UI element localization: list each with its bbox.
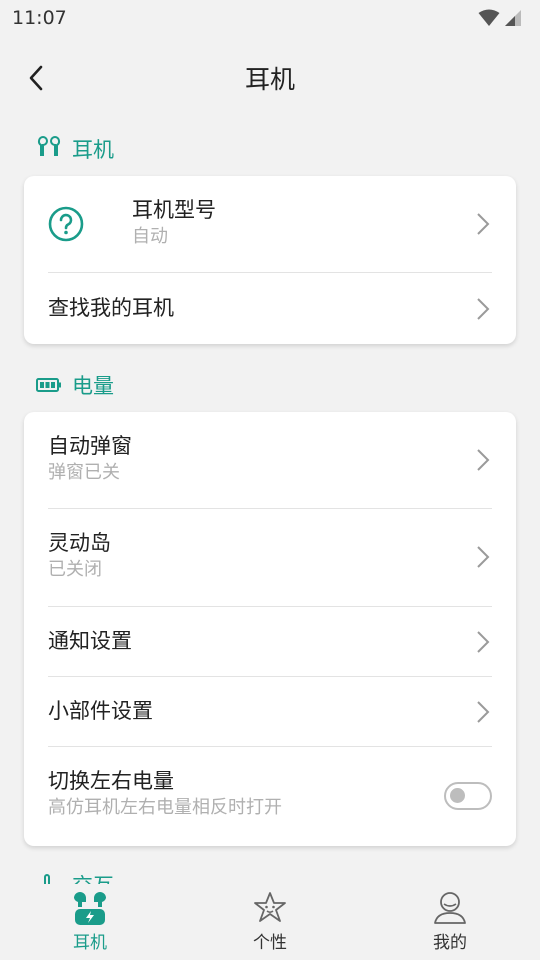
section-title-earphone: 耳机 — [72, 138, 114, 162]
signal-icon — [505, 10, 521, 26]
app-bar: 耳机 — [0, 36, 540, 120]
swap-battery-toggle[interactable] — [444, 782, 492, 810]
status-icons — [478, 9, 522, 27]
find-earphone-texts: 查找我的耳机 — [48, 294, 174, 322]
hand-pointer-icon — [44, 874, 50, 884]
dynamic-island-row[interactable]: 灵动岛 已关闭 — [24, 509, 516, 606]
chevron-right-icon — [477, 213, 490, 235]
auto-popup-value: 弹窗已关 — [48, 462, 120, 483]
dynamic-island-label: 灵动岛 — [48, 531, 111, 555]
swap-battery-label: 切换左右电量 — [48, 769, 174, 793]
earphone-model-texts: 耳机型号 自动 — [132, 196, 216, 250]
chevron-right-icon — [477, 701, 490, 723]
page-title: 耳机 — [244, 65, 295, 94]
bottom-nav: 耳机 个性 我的 — [0, 884, 540, 960]
chevron-right-icon — [477, 298, 490, 320]
section-title-interaction: 交互 — [72, 870, 114, 884]
nav-label-personal: 个性 — [253, 933, 287, 953]
nav-label-mine: 我的 — [433, 933, 467, 953]
find-earphone-label: 查找我的耳机 — [48, 296, 174, 320]
nav-item-earphone[interactable]: 耳机 — [0, 884, 180, 960]
widget-settings-row[interactable]: 小部件设置 — [24, 677, 516, 746]
swap-battery-texts: 切换左右电量 高仿耳机左右电量相反时打开 — [48, 767, 282, 821]
content-scroll[interactable]: 耳机 耳机型号 自动 查找我的耳机 电量 自动弹窗 弹窗已关 灵动岛 已关闭 通… — [0, 120, 540, 884]
wifi-icon — [478, 9, 500, 26]
chevron-right-icon — [477, 631, 490, 653]
section-header-battery: 电量 — [36, 370, 114, 400]
dynamic-island-value: 已关闭 — [48, 559, 102, 580]
section-header-interaction: 交互 — [36, 870, 114, 884]
earphone-model-value: 自动 — [132, 226, 168, 247]
find-earphone-row[interactable]: 查找我的耳机 — [24, 273, 516, 344]
earbuds-icon — [74, 892, 106, 925]
auto-popup-row[interactable]: 自动弹窗 弹窗已关 — [24, 412, 516, 508]
notification-settings-row[interactable]: 通知设置 — [24, 607, 516, 676]
profile-icon — [434, 892, 466, 924]
swap-battery-row: 切换左右电量 高仿耳机左右电量相反时打开 — [24, 747, 516, 846]
dynamic-island-texts: 灵动岛 已关闭 — [48, 529, 111, 583]
earphone-model-label: 耳机型号 — [132, 198, 216, 222]
battery-icon — [36, 378, 61, 392]
chevron-right-icon — [477, 449, 490, 471]
nav-label-earphone: 耳机 — [73, 933, 107, 953]
nav-item-personal[interactable]: 个性 — [180, 884, 360, 960]
swap-battery-desc: 高仿耳机左右电量相反时打开 — [48, 797, 282, 818]
nav-item-mine[interactable]: 我的 — [360, 884, 540, 960]
earphone-model-row[interactable]: 耳机型号 自动 — [24, 176, 516, 272]
chevron-right-icon — [477, 546, 490, 568]
widget-settings-label: 小部件设置 — [48, 699, 153, 723]
notification-settings-texts: 通知设置 — [48, 627, 132, 655]
section-header-earphone: 耳机 — [36, 134, 114, 164]
earphone-card: 耳机型号 自动 查找我的耳机 — [24, 176, 516, 344]
back-button[interactable] — [16, 58, 56, 98]
status-bar: 11:07 — [0, 0, 540, 36]
help-circle-icon — [48, 206, 84, 242]
star-icon — [254, 892, 286, 922]
battery-card: 自动弹窗 弹窗已关 灵动岛 已关闭 通知设置 小部件设置 切换左右电量 高仿耳机… — [24, 412, 516, 846]
auto-popup-label: 自动弹窗 — [48, 434, 132, 458]
toggle-knob — [450, 788, 465, 803]
section-title-battery: 电量 — [72, 374, 114, 398]
earbuds-outline-icon — [37, 136, 61, 156]
status-time: 11:07 — [12, 7, 67, 29]
back-arrow-icon — [29, 65, 43, 91]
widget-settings-texts: 小部件设置 — [48, 697, 153, 725]
auto-popup-texts: 自动弹窗 弹窗已关 — [48, 432, 132, 486]
notification-settings-label: 通知设置 — [48, 629, 132, 653]
